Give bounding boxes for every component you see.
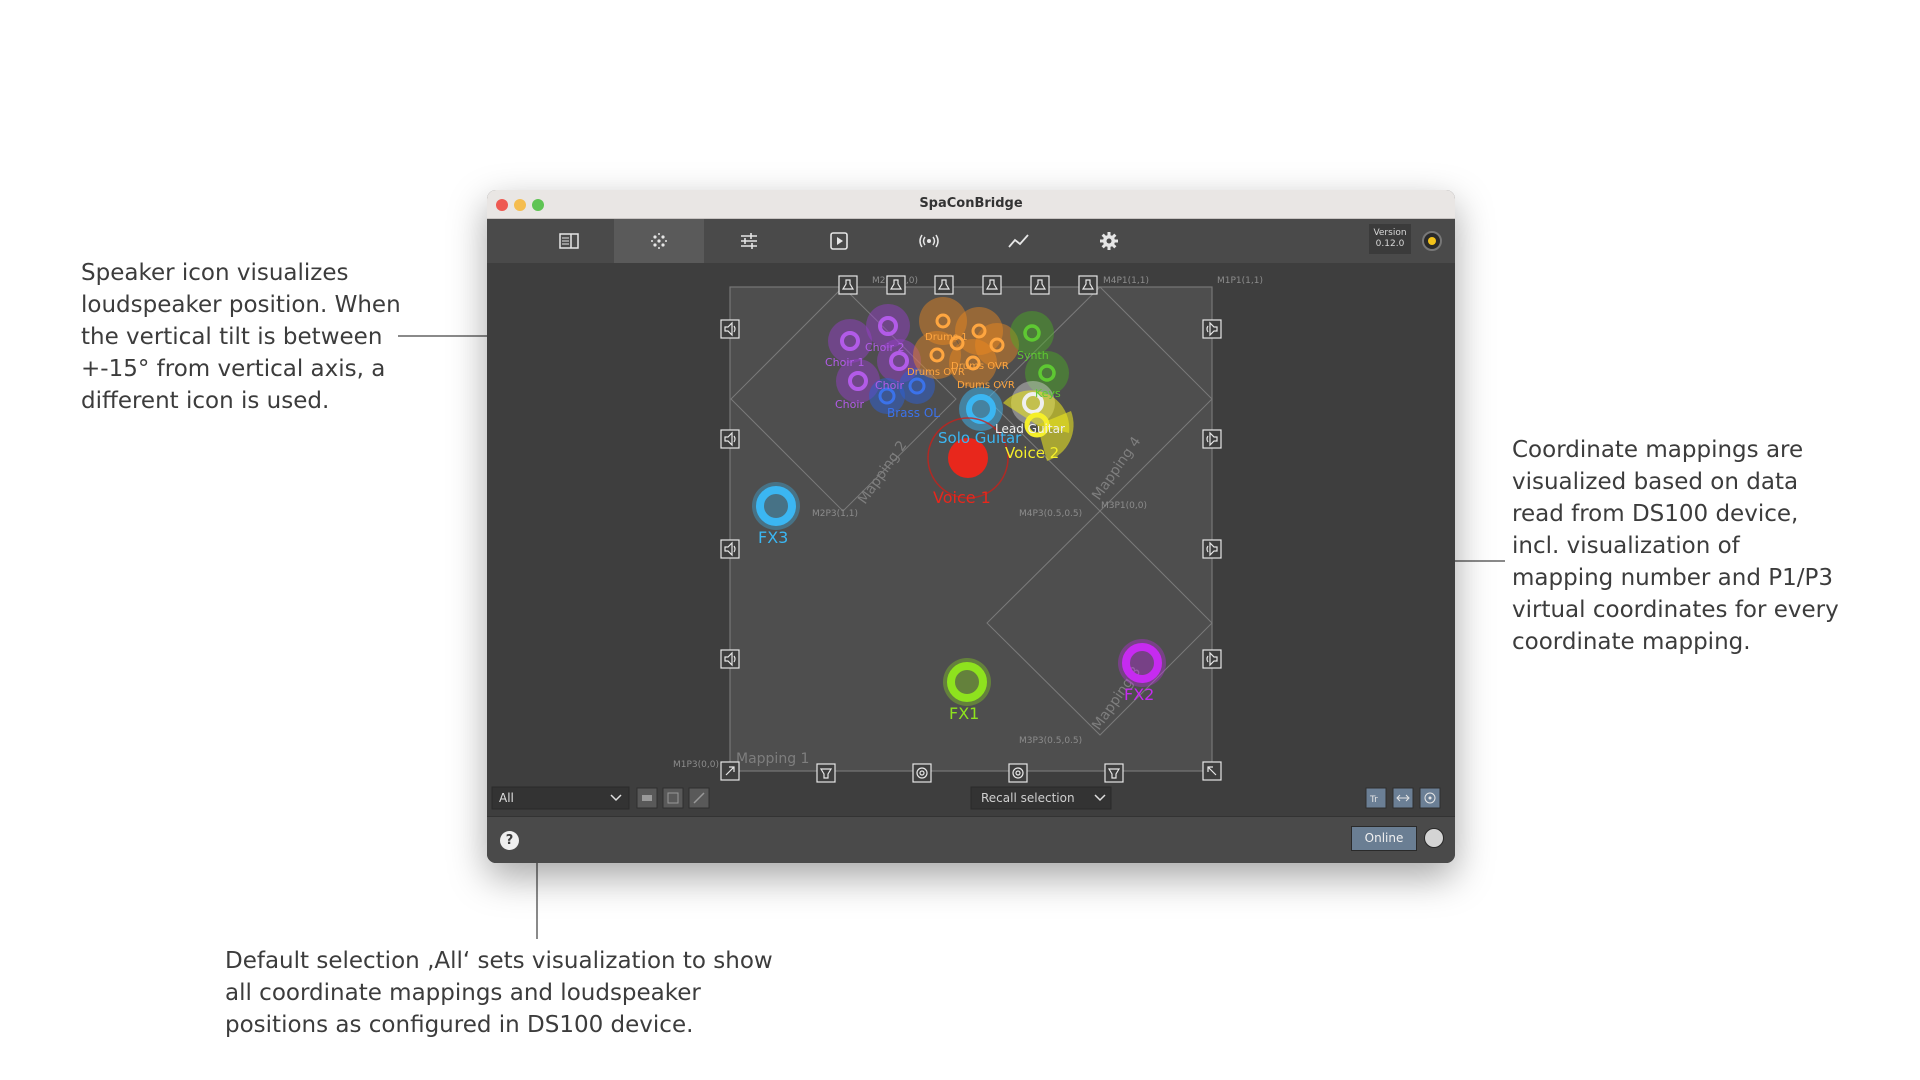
loudspeaker-corner-icon xyxy=(720,761,740,781)
loudspeaker-vertical-icon xyxy=(1104,763,1124,783)
loudspeaker-vertical-icon xyxy=(886,275,906,295)
source-label: Lead Guitar xyxy=(995,422,1065,436)
source-label: Voice 1 xyxy=(933,488,991,507)
loudspeaker-vertical-icon xyxy=(816,763,836,783)
window-title: SpaConBridge xyxy=(919,196,1023,211)
source-label: Choir xyxy=(875,379,904,392)
mixer-sliders-icon xyxy=(741,233,757,249)
app-window: SpaConBridge Version 0.12.0 M4P1(1,1) M1… xyxy=(487,190,1455,863)
source-label: FX1 xyxy=(949,704,979,723)
statistics-icon xyxy=(1008,234,1029,248)
label-m3p3: M3P3(0.5,0.5) xyxy=(1019,736,1082,746)
loudspeaker-vertical-icon xyxy=(982,275,1002,295)
label-mapping-1: Mapping 1 xyxy=(736,751,809,767)
online-button[interactable]: Online xyxy=(1351,826,1417,851)
toolbar: Version 0.12.0 xyxy=(487,219,1455,263)
loudspeaker-icon xyxy=(720,649,740,669)
loudspeaker-icon xyxy=(720,319,740,339)
label-m1p3: M1P3(0,0) xyxy=(673,760,719,770)
loudspeaker-icon xyxy=(1202,429,1222,449)
table-view-icon xyxy=(559,233,579,249)
version-label: Version xyxy=(1373,228,1407,238)
play-scenes-icon xyxy=(830,232,848,250)
tab-scenes[interactable] xyxy=(794,219,884,263)
enspace-icon xyxy=(919,234,939,248)
status-led-icon xyxy=(1422,231,1442,251)
loudspeaker-vertical-icon xyxy=(934,275,954,295)
tab-table-view[interactable] xyxy=(524,219,614,263)
source-label: Drums 1 xyxy=(925,332,968,343)
tab-enspace[interactable] xyxy=(884,219,974,263)
source-label: Keys xyxy=(1035,387,1061,400)
multisource-canvas[interactable]: M2P1(0,0) M4P1(1,1) M1P1(1,1) M2P3(1,1) … xyxy=(487,263,1455,816)
question-icon: ? xyxy=(505,833,514,848)
text-icon: Tr xyxy=(1369,795,1378,805)
label-m4p1: M4P1(1,1) xyxy=(1103,276,1149,286)
tab-statistics[interactable] xyxy=(974,219,1064,263)
loudspeaker-icon xyxy=(720,539,740,559)
source-label: Synth xyxy=(1017,349,1049,362)
status-bar: ? Online xyxy=(487,816,1455,863)
annotation-default-selection: Default selection ‚All‘ sets visualizati… xyxy=(225,948,773,1038)
tab-mixer[interactable] xyxy=(704,219,794,263)
source-label: Voice 2 xyxy=(1005,444,1059,462)
fill-icon xyxy=(642,795,652,801)
loudspeaker-icon xyxy=(1202,319,1222,339)
loudspeaker-corner-icon xyxy=(1202,761,1222,781)
label-m2p3: M2P3(1,1) xyxy=(812,509,858,519)
loudspeaker-vertical-icon xyxy=(838,275,858,295)
source-label: FX2 xyxy=(1124,685,1154,704)
label-m1p1: M1P1(1,1) xyxy=(1217,276,1263,286)
label-m4p3: M4P3(0.5,0.5) xyxy=(1019,509,1082,519)
source-label: Choir xyxy=(835,398,864,411)
gear-icon xyxy=(1100,232,1118,250)
help-button[interactable]: ? xyxy=(500,831,519,850)
loudspeaker-icon xyxy=(1202,649,1222,669)
title-bar: SpaConBridge xyxy=(487,190,1455,219)
multislider-icon xyxy=(651,233,667,249)
loudspeaker-vertical-icon xyxy=(1030,275,1050,295)
annotation-speaker-icon: Speaker icon visualizes loudspeaker posi… xyxy=(81,260,401,414)
loudspeaker-subwoofer-icon xyxy=(912,763,932,783)
online-status-led xyxy=(1424,828,1444,848)
annotation-mappings: Coordinate mappings are visualized based… xyxy=(1512,437,1839,655)
selection-value: All xyxy=(499,791,514,805)
source-label: Drums OVR xyxy=(951,361,1009,372)
loudspeaker-icon xyxy=(1202,539,1222,559)
version-box: Version 0.12.0 xyxy=(1369,224,1411,254)
loudspeaker-subwoofer-icon xyxy=(1008,763,1028,783)
loudspeaker-icon xyxy=(720,429,740,449)
tab-settings[interactable] xyxy=(1064,219,1154,263)
recall-selection-label: Recall selection xyxy=(981,791,1075,805)
source-label: Brass OL xyxy=(887,406,940,420)
tab-multislider[interactable] xyxy=(614,219,704,263)
zoom-crop-button[interactable] xyxy=(662,787,684,809)
version-number: 0.12.0 xyxy=(1375,239,1405,249)
source-label: Choir 2 xyxy=(865,341,904,354)
source-label: Choir 1 xyxy=(825,356,864,369)
label-m3p1: M3P1(0,0) xyxy=(1101,501,1147,511)
loudspeaker-vertical-icon xyxy=(1078,275,1098,295)
source-label: FX3 xyxy=(758,528,788,547)
source-label: Drums OVR xyxy=(957,380,1015,391)
